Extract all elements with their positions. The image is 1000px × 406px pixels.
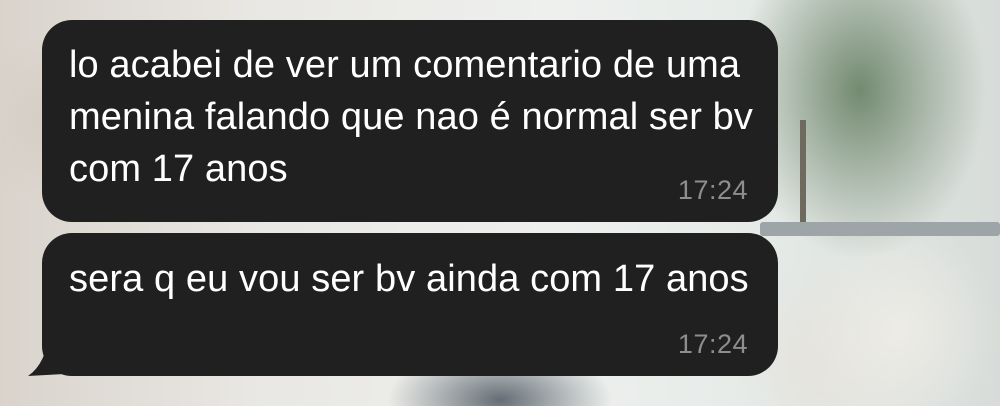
message-text: lo acabei de ver um comentario de uma me… [69, 44, 764, 190]
message-text: sera q eu vou ser bv ainda com 17 anos [69, 258, 749, 300]
message-timestamp: 17:24 [677, 175, 748, 205]
message-bubble[interactable]: lo acabei de ver um comentario de uma me… [42, 20, 778, 222]
wallpaper-tree-trunk [800, 120, 806, 230]
message-bubble[interactable]: sera q eu vou ser bv ainda com 17 anos 1… [42, 233, 778, 376]
message-timestamp: 17:24 [677, 329, 748, 359]
wallpaper-clothing-rack [760, 222, 1000, 236]
